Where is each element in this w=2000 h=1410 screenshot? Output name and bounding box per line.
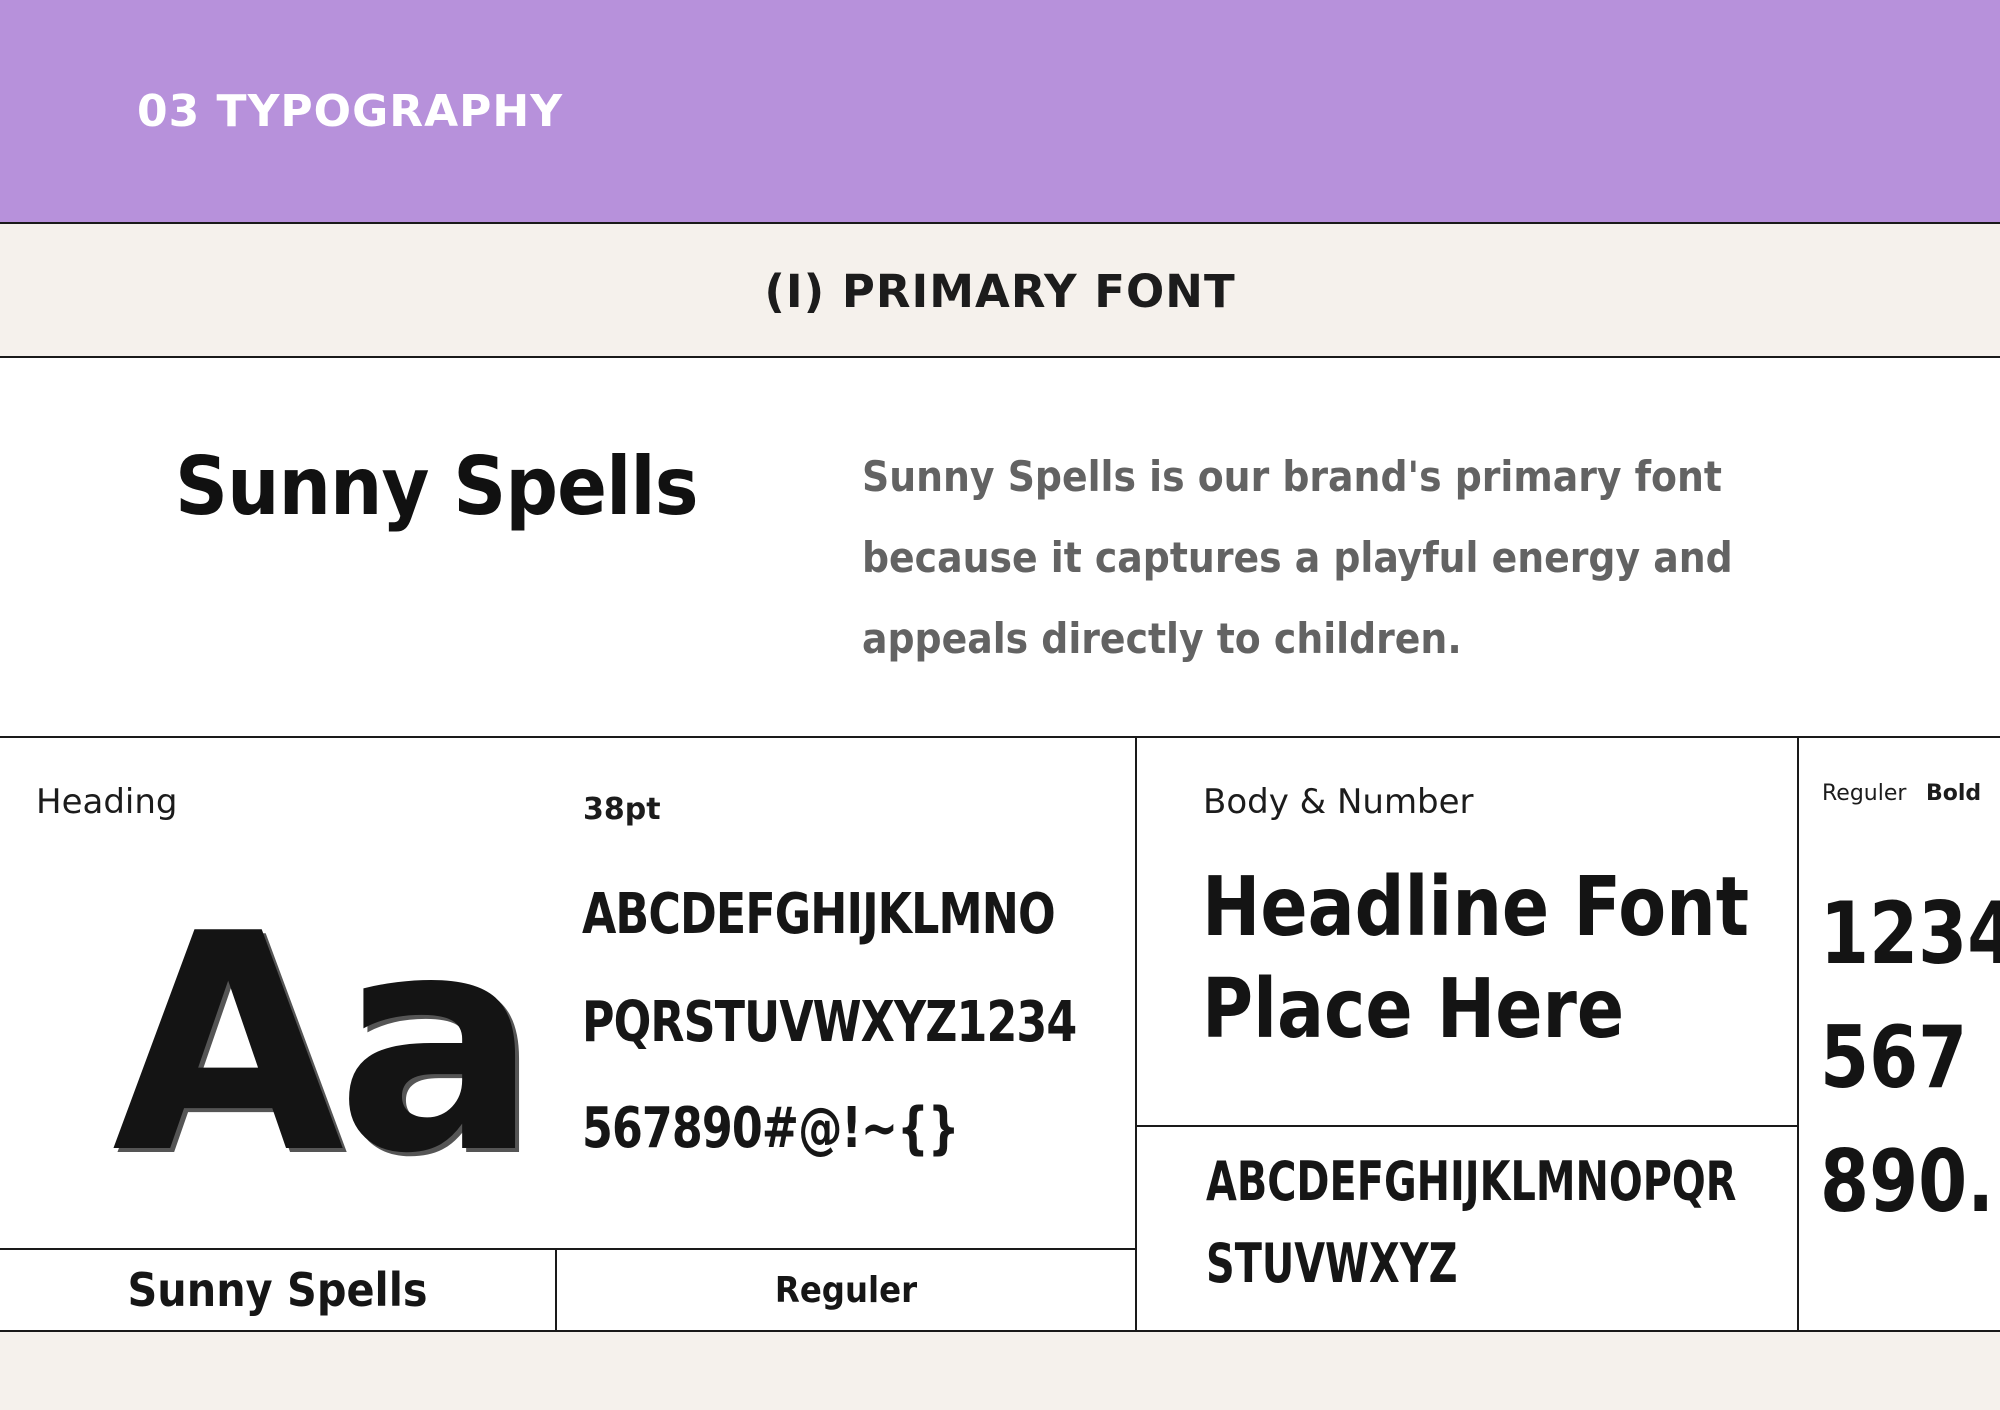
headline-sample-line: Place Here [1202, 962, 1625, 1057]
body-alphabet-line: ABCDEFGHIJKLMNOPQR [1206, 1150, 1737, 1213]
heading-label: Heading [36, 782, 178, 822]
divider [0, 1330, 2000, 1332]
font-name-display: Sunny Spells [175, 440, 699, 533]
alphabet-line: PQRSTUVWXYZ1234 [582, 990, 1077, 1055]
page-title: 03 TYPOGRAPHY [137, 86, 564, 137]
column-divider [1135, 736, 1137, 1332]
divider [1136, 1125, 1798, 1127]
number-sample-line: 890. [1820, 1132, 1994, 1232]
font-description: Sunny Spells is our brand's primary font… [862, 452, 1733, 663]
weight-regular-label: Reguler [1822, 781, 1907, 806]
size-label: 38pt [583, 792, 661, 827]
body-alphabet-line: STUVWXYZ [1206, 1232, 1458, 1295]
weight-bold-label: Bold [1926, 781, 1982, 806]
divider [0, 222, 2000, 224]
headline-sample-line: Headline Font [1202, 860, 1750, 955]
section-title: (I) PRIMARY FONT [764, 264, 1236, 318]
column-divider [1797, 736, 1799, 1332]
glyph-sample: Aa [112, 870, 539, 1219]
header-band: 03 TYPOGRAPHY [0, 0, 2000, 222]
number-sample-line: 567 [1820, 1008, 1968, 1108]
number-sample-line: 1234 [1820, 884, 2000, 984]
alphabet-line: 567890#@!~{} [582, 1096, 959, 1161]
footer-font-name: Sunny Spells [127, 1263, 428, 1317]
alphabet-line: ABCDEFGHIJKLMNO [582, 882, 1056, 947]
body-number-label: Body & Number [1203, 782, 1474, 822]
footer-weight: Reguler [774, 1269, 918, 1311]
